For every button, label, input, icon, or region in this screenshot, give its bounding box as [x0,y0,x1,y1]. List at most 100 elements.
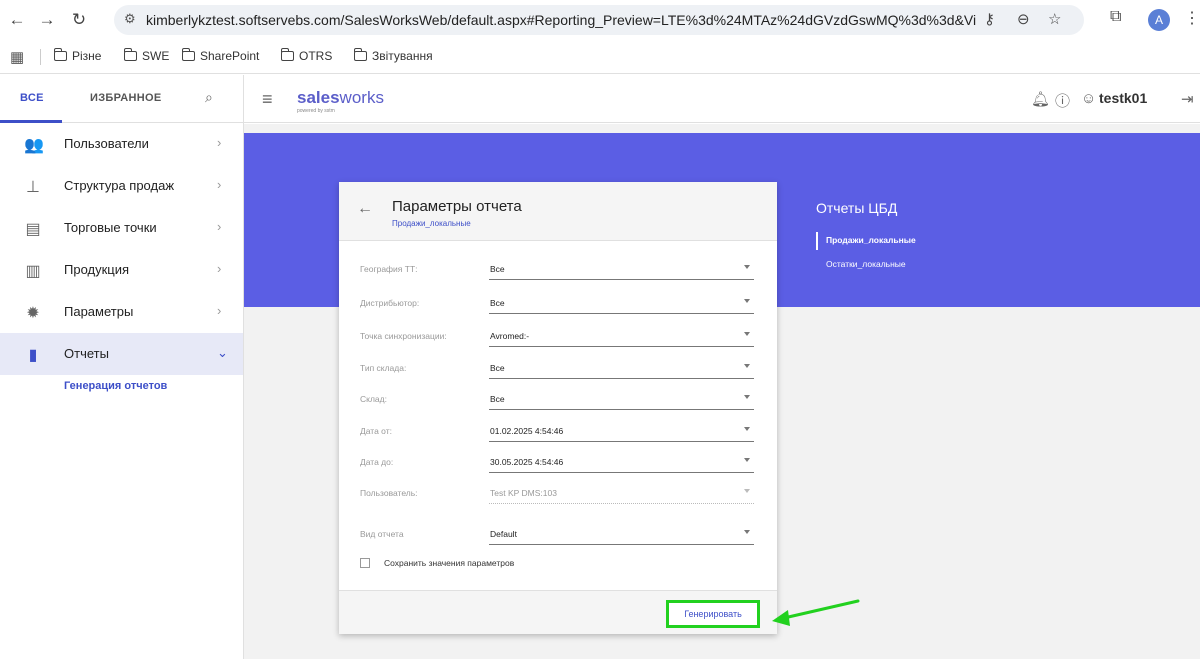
chevron-down-icon: ⌄ [217,345,228,360]
param-row-date-from: Дата от: 01.02.2025 4:54:46 [339,422,777,442]
sidebar-item-label: Параметры [64,304,134,319]
param-value: Все [490,264,505,274]
back-icon[interactable]: ← [6,9,28,31]
dropdown-caret-icon [744,364,750,368]
param-label: Склад: [360,394,387,404]
report-item-stock-local[interactable]: Остатки_локальные [816,256,916,280]
dropdown-caret-icon [744,458,750,462]
card-title: Параметры отчета [392,198,522,215]
browser-toolbar: ← → ↻ ⚙ kimberlykztest.softservebs.com/S… [0,0,1200,40]
address-bar[interactable]: ⚙ kimberlykztest.softservebs.com/SalesWo… [114,5,1084,35]
hamburger-menu-icon[interactable]: ≡ [262,89,273,110]
bookmark-folder[interactable]: OTRS [280,48,333,63]
card-header: ← Параметры отчета Продажи_локальные [339,182,777,241]
users-icon: 👥 [24,137,44,154]
report-parameters-card: ← Параметры отчета Продажи_локальные Гео… [339,182,777,634]
date-from-field[interactable]: 01.02.2025 4:54:46 [489,422,754,442]
chevron-right-icon: › [217,261,222,276]
profile-avatar[interactable]: A [1148,9,1170,31]
dropdown-caret-icon [744,395,750,399]
extensions-icon[interactable]: ⧉ [1110,8,1121,26]
user-icon: ☺ [1081,90,1097,107]
reload-icon[interactable]: ↻ [68,9,90,31]
warehouse-select[interactable]: Все [489,390,754,410]
generate-button[interactable]: Генерировать [666,600,760,628]
warehouse-type-select[interactable]: Все [489,359,754,379]
param-label: Дистрибьютор: [360,298,420,308]
param-value: Test KP DMS:103 [490,488,557,498]
geography-select[interactable]: Все [489,260,754,280]
menu-dots-icon[interactable]: ⋮ [1184,8,1200,28]
card-footer: Генерировать [339,590,777,634]
url-text[interactable]: kimberlykztest.softservebs.com/SalesWork… [146,12,976,28]
zoom-icon[interactable]: ⊖ [1017,10,1030,28]
sidebar-item-label: Структура продаж [64,178,175,193]
param-row-distributor: Дистрибьютор: Все [339,294,777,314]
tab-favorites[interactable]: ИЗБРАННОЕ [90,92,162,104]
report-view-select[interactable]: Default [489,525,754,545]
logout-icon[interactable]: ⇥ [1181,90,1194,108]
param-label: Дата до: [360,457,394,467]
password-key-icon[interactable]: ⚷ [984,10,995,28]
help-icon[interactable]: ⓘ [1055,90,1070,111]
apps-grid-icon[interactable]: ▦ [10,48,24,66]
dropdown-caret-icon [744,299,750,303]
save-params-checkbox[interactable] [360,558,370,568]
bookmark-folder[interactable]: SWE [123,48,170,63]
save-params-label[interactable]: Сохранить значения параметров [384,558,514,568]
dropdown-caret-icon [744,265,750,269]
reports-panel-title: Отчеты ЦБД [816,200,898,216]
sidebar-item-parameters[interactable]: ✹ Параметры › [0,291,243,333]
bookmark-folder[interactable]: Різне [53,48,101,63]
param-label: Тип склада: [360,363,407,373]
sidebar-item-reports[interactable]: ▮ Отчеты ⌄ [0,333,243,375]
user-select: Test KP DMS:103 [489,484,754,504]
param-value: Все [490,363,505,373]
param-value: Все [490,298,505,308]
dropdown-caret-icon [744,489,750,493]
bookmark-label: Звітування [372,49,433,63]
param-row-report-view: Вид отчета Default [339,525,777,545]
products-icon: ▥ [25,263,41,280]
param-row-user: Пользователь: Test KP DMS:103 [339,484,777,504]
date-to-field[interactable]: 30.05.2025 4:54:46 [489,453,754,473]
folder-icon [280,48,294,61]
bookmark-label: SWE [142,49,170,63]
bookmark-folder[interactable]: SharePoint [181,48,259,63]
param-row-warehouse: Склад: Все [339,390,777,410]
folder-icon [53,48,67,61]
bookmark-folder[interactable]: Звітування [353,48,433,63]
username[interactable]: testk01 [1099,90,1147,106]
sidebar-tabs: ВСЕ ИЗБРАННОЕ ⌕ [0,75,243,123]
sidebar-item-products[interactable]: ▥ Продукция › [0,249,243,291]
star-icon[interactable]: ☆ [1048,10,1061,28]
sidebar-item-outlets[interactable]: ▤ Торговые точки › [0,207,243,249]
bell-icon[interactable]: 🔔︎ [1031,90,1050,108]
param-row-date-to: Дата до: 30.05.2025 4:54:46 [339,453,777,473]
bookmarks-bar: ▦ Різне SWE SharePoint OTRS Звітування [0,40,1200,74]
folder-icon [181,48,195,61]
back-arrow-icon[interactable]: ← [357,200,373,218]
tab-all[interactable]: ВСЕ [20,92,44,104]
dropdown-caret-icon [744,332,750,336]
chevron-right-icon: › [217,177,222,192]
param-value: 30.05.2025 4:54:46 [490,457,564,467]
sidebar-item-sales-structure[interactable]: ⊥ Структура продаж › [0,165,243,207]
distributor-select[interactable]: Все [489,294,754,314]
report-item-sales-local[interactable]: Продажи_локальные [816,232,916,256]
gear-icon: ✹ [26,305,40,322]
sidebar-item-users[interactable]: 👥 Пользователи › [0,123,243,165]
sidebar-item-label: Продукция [64,262,130,277]
report-icon: ▮ [28,347,38,364]
param-label: Пользователь: [360,488,418,498]
forward-icon[interactable]: → [36,9,58,31]
search-icon[interactable]: ⌕ [205,89,213,106]
param-label: География ТТ: [360,264,418,274]
sync-point-select[interactable]: Avromed:- [489,327,754,347]
site-info-icon[interactable]: ⚙ [124,11,136,27]
bookmark-label: OTRS [299,49,333,63]
folder-icon [353,48,367,61]
sidebar-subitem-generate-reports[interactable]: Генерация отчетов [64,380,167,392]
bookmarks-divider [40,49,41,65]
param-row-warehouse-type: Тип склада: Все [339,359,777,379]
